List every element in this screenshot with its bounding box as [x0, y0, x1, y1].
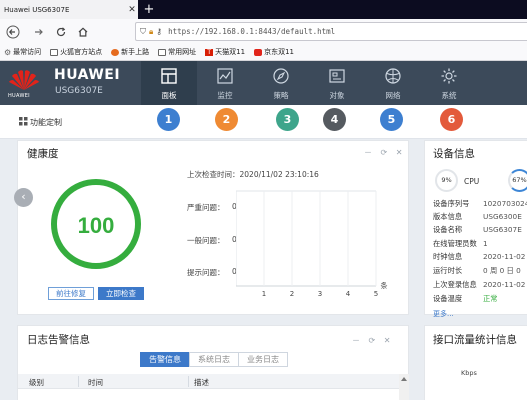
back-arrow-icon[interactable] — [4, 23, 22, 41]
last-check-time: 2020/11/02 23:10:16 — [239, 170, 319, 179]
folder-icon — [50, 48, 59, 56]
shield-icon[interactable]: ⛉ — [140, 27, 146, 37]
huawei-logo: HUAWEI — [6, 68, 42, 100]
column-time[interactable]: 时间 — [88, 377, 103, 388]
cpu-gauge: 9% — [435, 169, 458, 192]
column-description[interactable]: 描述 — [194, 377, 209, 388]
risk-label-severe: 严重问题： — [187, 203, 225, 212]
device-info-title: 设备信息 — [433, 148, 475, 160]
memory-gauge: 67% — [508, 169, 527, 192]
lock-warning-icon[interactable]: 🔒︎ — [149, 27, 153, 37]
menu-dashboard[interactable]: 面板 — [141, 61, 197, 105]
close-icon[interactable]: ✕ — [126, 5, 138, 15]
risk-label-general: 一般问题： — [187, 236, 225, 245]
cpu-label: CPU — [464, 177, 480, 186]
system-gear-icon — [441, 68, 457, 84]
object-icon — [329, 69, 345, 83]
info-row-serial: 设备序列号 1020703024 — [433, 199, 527, 208]
info-row-version: 版本信息 USG6300E — [433, 212, 522, 221]
step-marker-2: 2 — [215, 108, 238, 131]
health-score: 100 — [77, 213, 115, 238]
reload-icon[interactable] — [52, 23, 70, 41]
monitor-icon — [217, 68, 233, 84]
traffic-title: 接口流量统计信息 — [433, 334, 517, 346]
cpu-percent: 9% — [441, 176, 452, 184]
log-scrollbar[interactable] — [399, 374, 409, 400]
log-alarm-title: 日志告警信息 — [27, 334, 90, 346]
menu-network[interactable]: 网络 — [365, 61, 421, 105]
tab-system-log[interactable]: 系统日志 — [189, 352, 239, 367]
gear-icon: ⚙ — [4, 47, 12, 57]
browser-tab-bar: Huawei USG6307E ✕ + — [0, 0, 527, 19]
last-check-info: 上次检查时间：2020/11/02 23:10:16 — [187, 170, 319, 179]
risk-chart: 1 2 3 4 5条 — [236, 190, 388, 298]
go-fix-button[interactable]: 前往修复 — [48, 287, 94, 300]
chart-tick-label: 1 — [262, 290, 266, 298]
chart-tick-label: 4 — [346, 290, 351, 298]
chart-tick-label: 2 — [290, 290, 294, 298]
bookmark-common-sites[interactable]: 常用网址 — [158, 47, 196, 57]
info-row-last-login: 上次登录信息 2020-11-02 — [433, 280, 526, 289]
chevron-left-icon[interactable]: ‹ — [14, 188, 33, 207]
jd-icon — [254, 48, 263, 56]
bookmark-jd[interactable]: 京东双11 — [254, 47, 294, 57]
log-table-header: 级别 时间 描述 — [18, 374, 409, 389]
tab-alarm-info[interactable]: 告警信息 — [140, 352, 190, 367]
brand-name: HUAWEI — [54, 67, 121, 83]
function-customize-link[interactable]: 功能定制 — [30, 117, 62, 128]
device-model: USG6307E — [55, 86, 103, 96]
chart-tick-label: 3 — [318, 290, 322, 298]
panel-tools[interactable]: － ⟳ ✕ — [352, 335, 394, 346]
bookmarks-bar: ⚙ 最常访问 火狐官方站点 新手上路 常用网址 T 天猫双11 京东双11 — [0, 44, 527, 61]
network-globe-icon — [385, 68, 401, 84]
tab-title: Huawei USG6307E — [4, 5, 70, 14]
info-row-device-name: 设备名称 USG6307E — [433, 225, 522, 234]
browser-tab[interactable]: Huawei USG6307E ✕ — [0, 0, 138, 19]
chart-x-label: 条 — [381, 281, 388, 290]
tab-business-log[interactable]: 业务日志 — [238, 352, 288, 367]
info-row-admins: 在线管理员数 1 — [433, 239, 488, 248]
more-link[interactable]: 更多... — [433, 309, 454, 319]
policy-compass-icon — [273, 68, 289, 84]
menu-monitor[interactable]: 监控 — [197, 61, 253, 105]
bookmark-most-visited[interactable]: ⚙ 最常访问 — [4, 47, 41, 57]
traffic-unit: Kbps — [461, 369, 477, 377]
key-icon: ⚷ — [156, 26, 163, 36]
memory-percent: 67% — [512, 176, 527, 184]
menu-object[interactable]: 对象 — [309, 61, 365, 105]
folder-icon — [158, 48, 167, 56]
browser-nav-bar: ⛉ 🔒︎ ⚷ https://192.168.0.1:8443/default.… — [0, 19, 527, 44]
customize-grid-icon[interactable] — [19, 117, 28, 126]
info-row-uptime: 运行时长 0 周 0 日 0 — [433, 266, 521, 275]
risk-label-hint: 提示问题： — [187, 268, 225, 277]
step-marker-1: 1 — [157, 108, 180, 131]
step-marker-5: 5 — [380, 108, 403, 131]
home-icon[interactable] — [74, 23, 92, 41]
menu-system[interactable]: 系统 — [421, 61, 477, 105]
menu-policy[interactable]: 策略 — [253, 61, 309, 105]
url-text[interactable]: https://192.168.0.1:8443/default.html — [168, 27, 335, 36]
step-marker-4: 4 — [323, 108, 346, 131]
dashboard-icon — [161, 68, 177, 84]
panel-tools[interactable]: － ⟳ ✕ — [364, 147, 406, 158]
address-bar[interactable]: ⛉ 🔒︎ ⚷ https://192.168.0.1:8443/default.… — [135, 22, 527, 41]
column-level[interactable]: 级别 — [29, 377, 44, 388]
step-marker-6: 6 — [440, 108, 463, 131]
health-score-ring: 100 — [51, 179, 141, 269]
forward-arrow-icon[interactable] — [30, 23, 48, 41]
firefox-icon — [111, 48, 120, 56]
step-marker-3: 3 — [276, 108, 299, 131]
scroll-up-icon[interactable] — [401, 377, 407, 381]
info-row-clock: 时钟信息 2020-11-02 — [433, 252, 526, 261]
tmall-icon: T — [205, 48, 214, 56]
bookmark-tmall[interactable]: T 天猫双11 — [205, 47, 245, 57]
check-now-button[interactable]: 立即检查 — [98, 287, 144, 300]
info-row-temperature: 设备温度 正常 — [433, 294, 498, 303]
new-tab-plus-icon[interactable]: + — [142, 0, 156, 19]
app-header: HUAWEI HUAWEI USG6307E 面板 监控 策略 对象 网络 系统 — [0, 61, 527, 105]
health-title: 健康度 — [27, 148, 59, 160]
bookmark-firefox-site[interactable]: 火狐官方站点 — [50, 47, 102, 57]
chart-tick-label: 5 — [374, 290, 378, 298]
bookmark-getting-started[interactable]: 新手上路 — [111, 47, 149, 57]
